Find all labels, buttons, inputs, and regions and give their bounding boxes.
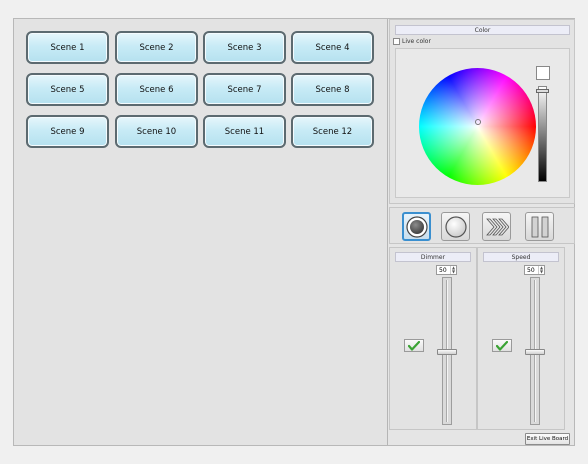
scene-button-9[interactable]: Scene 9 xyxy=(26,115,109,148)
pause-button[interactable] xyxy=(525,212,554,241)
dimmer-value: 50 xyxy=(439,266,447,274)
spin-arrows-icon[interactable]: ▲ ▼ xyxy=(538,266,544,274)
color-wheel[interactable] xyxy=(419,68,536,185)
spin-arrows-icon[interactable]: ▲ ▼ xyxy=(450,266,456,274)
fast-forward-button[interactable] xyxy=(482,212,511,241)
stop-circle-icon xyxy=(444,215,467,238)
brightness-slider-handle[interactable] xyxy=(536,89,549,93)
dimmer-slider-handle[interactable] xyxy=(437,349,457,355)
scene-button-11[interactable]: Scene 11 xyxy=(203,115,286,148)
speed-slider-handle[interactable] xyxy=(525,349,545,355)
speed-slider-track[interactable] xyxy=(525,277,545,425)
scene-button-12[interactable]: Scene 12 xyxy=(291,115,374,148)
speed-enable-button[interactable] xyxy=(492,339,512,352)
selected-color-swatch xyxy=(536,66,550,80)
scene-button-6[interactable]: Scene 6 xyxy=(115,73,198,106)
color-picker-area xyxy=(395,48,570,198)
stop-button[interactable] xyxy=(441,212,470,241)
dimmer-slider-track[interactable] xyxy=(437,277,457,425)
scene-button-5[interactable]: Scene 5 xyxy=(26,73,109,106)
scene-button-10[interactable]: Scene 10 xyxy=(115,115,198,148)
speed-panel: Speed 50 ▲ ▼ xyxy=(477,247,565,430)
scene-button-1[interactable]: Scene 1 xyxy=(26,31,109,64)
scene-button-7[interactable]: Scene 7 xyxy=(203,73,286,106)
color-panel: Color Live color xyxy=(389,19,575,204)
fast-forward-chevrons-icon xyxy=(485,218,509,235)
scene-button-2[interactable]: Scene 2 xyxy=(115,31,198,64)
dimmer-panel: Dimmer 50 ▲ ▼ xyxy=(389,247,477,430)
scene-button-8[interactable]: Scene 8 xyxy=(291,73,374,106)
color-wheel-cursor[interactable] xyxy=(475,119,481,125)
checkmark-icon xyxy=(408,340,420,351)
color-group-title: Color xyxy=(395,25,570,35)
dimmer-enable-button[interactable] xyxy=(404,339,424,352)
live-color-label: Live color xyxy=(402,38,431,45)
speed-value: 50 xyxy=(527,266,535,274)
dimmer-title: Dimmer xyxy=(395,252,471,262)
scenes-panel: Scene 1 Scene 2 Scene 3 Scene 4 Scene 5 … xyxy=(14,19,388,445)
dimmer-value-spinbox[interactable]: 50 ▲ ▼ xyxy=(436,265,457,275)
brightness-slider[interactable] xyxy=(536,86,549,182)
checkmark-icon xyxy=(496,340,508,351)
transport-toolbar xyxy=(389,207,575,244)
pause-icon xyxy=(531,216,548,237)
record-circle-icon xyxy=(405,215,428,238)
exit-live-board-button[interactable]: Exit Live Board xyxy=(525,433,570,445)
record-button[interactable] xyxy=(402,212,431,241)
scene-button-3[interactable]: Scene 3 xyxy=(203,31,286,64)
live-color-checkbox[interactable] xyxy=(393,38,400,45)
speed-value-spinbox[interactable]: 50 ▲ ▼ xyxy=(524,265,545,275)
speed-title: Speed xyxy=(483,252,559,262)
scene-button-4[interactable]: Scene 4 xyxy=(291,31,374,64)
